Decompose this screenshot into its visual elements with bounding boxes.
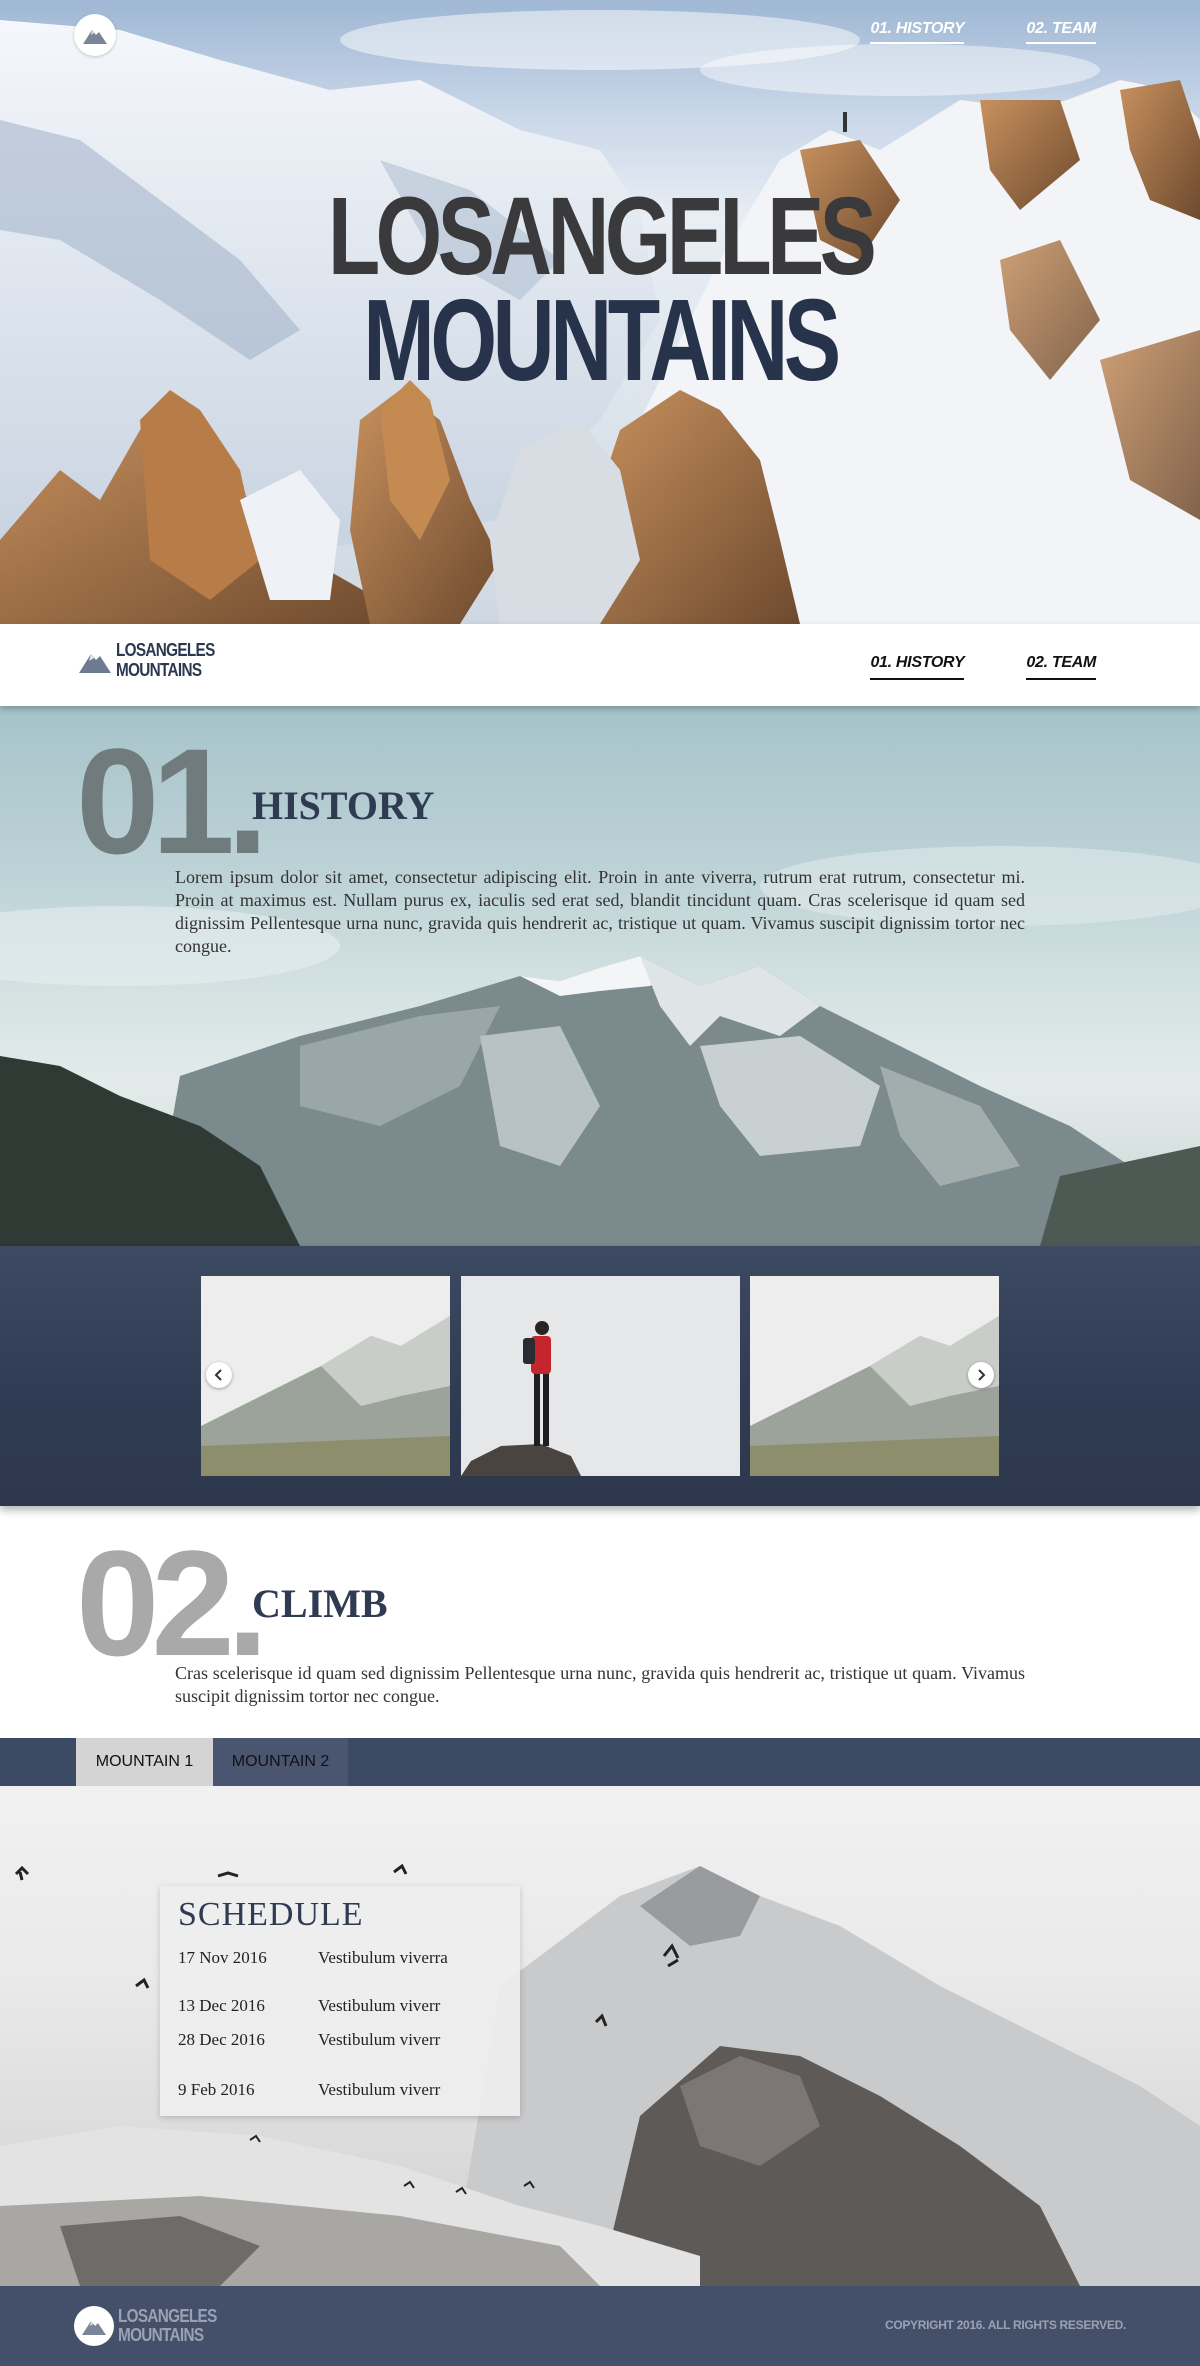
chevron-right-icon (978, 1369, 986, 1381)
gallery-prev-button[interactable] (206, 1362, 232, 1388)
navbar-logo-text: LOSANGELES MOUNTAINS (116, 640, 215, 680)
hero-title-line1: LOSANGELES (327, 175, 877, 298)
schedule-event: Vestibulum viverr (318, 1996, 441, 2015)
footer-logo-line1: LOSANGELES (118, 2306, 217, 2326)
climb-number: 02. (76, 1519, 269, 1687)
hero-nav-history-link[interactable]: 01. HISTORY (870, 20, 965, 44)
navbar-team-link[interactable]: 02. TEAM (1026, 654, 1096, 680)
hero-section: 01. HISTORY 02. TEAM LOSANGELES MOUNTAIN… (0, 0, 1200, 624)
footer: LOSANGELES MOUNTAINS COPYRIGHT 2016. ALL… (0, 2286, 1200, 2366)
schedule-section: SCHEDULE 17 Nov 2016 Vestibulum viverra … (0, 1786, 1200, 2286)
schedule-title: SCHEDULE (178, 1896, 364, 1933)
history-number: 01. (76, 717, 269, 885)
navbar-logo-line2: MOUNTAINS (116, 660, 202, 680)
misty-valley-image (201, 1276, 450, 1476)
navbar-history-link[interactable]: 01. HISTORY (870, 654, 965, 680)
tab-mountain-2[interactable]: MOUNTAIN 2 (213, 1738, 348, 1786)
tab-mountain-1[interactable]: MOUNTAIN 1 (76, 1738, 213, 1786)
mountain-logo-icon (79, 654, 111, 673)
misty-valley-image (750, 1276, 999, 1476)
navbar-links: 01. HISTORY 02. TEAM (870, 654, 1096, 680)
schedule-event: Vestibulum viverra (318, 1948, 448, 1967)
hero-nav-team-link[interactable]: 02. TEAM (1026, 20, 1096, 44)
chevron-left-icon (214, 1369, 222, 1381)
schedule-row: 13 Dec 2016 Vestibulum viverr (178, 1996, 440, 2016)
schedule-card: SCHEDULE 17 Nov 2016 Vestibulum viverra … (160, 1886, 520, 2116)
schedule-date: 28 Dec 2016 (178, 2030, 265, 2049)
gallery-next-button[interactable] (968, 1362, 994, 1388)
footer-logo-circle (74, 2306, 114, 2346)
climb-title: CLIMB (252, 1581, 388, 1626)
gallery-image-1[interactable] (201, 1276, 450, 1476)
schedule-date: 9 Feb 2016 (178, 2080, 255, 2099)
hiker-image (461, 1276, 740, 1476)
gallery-image-2[interactable] (461, 1276, 740, 1476)
footer-logo-text: LOSANGELES MOUNTAINS (118, 2307, 217, 2345)
mountain-logo-icon (82, 2321, 106, 2335)
history-section: 01. HISTORY Lorem ipsum dolor sit amet, … (0, 706, 1200, 1246)
hero-logo[interactable] (74, 14, 116, 56)
gallery-image-3[interactable] (750, 1276, 999, 1476)
mountain-logo-icon (83, 30, 107, 44)
history-title: HISTORY (252, 783, 435, 828)
footer-logo[interactable]: LOSANGELES MOUNTAINS (74, 2306, 234, 2346)
climb-section: 02. CLIMB Cras scelerisque id quam sed d… (0, 1506, 1200, 1738)
schedule-row: 9 Feb 2016 Vestibulum viverr (178, 2080, 440, 2100)
footer-logo-line2: MOUNTAINS (118, 2325, 204, 2345)
schedule-row: 28 Dec 2016 Vestibulum viverr (178, 2030, 440, 2050)
navbar-logo[interactable]: LOSANGELES MOUNTAINS (78, 640, 232, 680)
schedule-date: 13 Dec 2016 (178, 1996, 265, 2015)
history-body: Lorem ipsum dolor sit amet, consectetur … (175, 867, 1025, 956)
hero-title: LOSANGELES MOUNTAINS (0, 175, 1200, 406)
schedule-row: 17 Nov 2016 Vestibulum viverra (178, 1948, 448, 1968)
schedule-event: Vestibulum viverr (318, 2080, 441, 2099)
main-navbar: LOSANGELES MOUNTAINS 01. HISTORY 02. TEA… (0, 624, 1200, 706)
hero-title-line2: MOUNTAINS (363, 275, 841, 406)
climb-body: Cras scelerisque id quam sed dignissim P… (175, 1663, 1025, 1706)
copyright-text: COPYRIGHT 2016. ALL RIGHTS RESERVED. (884, 2318, 1126, 2332)
schedule-date: 17 Nov 2016 (178, 1948, 267, 1967)
mountain-tabs: MOUNTAIN 1 MOUNTAIN 2 (0, 1738, 1200, 1786)
schedule-event: Vestibulum viverr (318, 2030, 441, 2049)
gallery-carousel (0, 1246, 1200, 1506)
hero-nav: 01. HISTORY 02. TEAM (870, 20, 1096, 44)
navbar-logo-line1: LOSANGELES (116, 640, 215, 660)
